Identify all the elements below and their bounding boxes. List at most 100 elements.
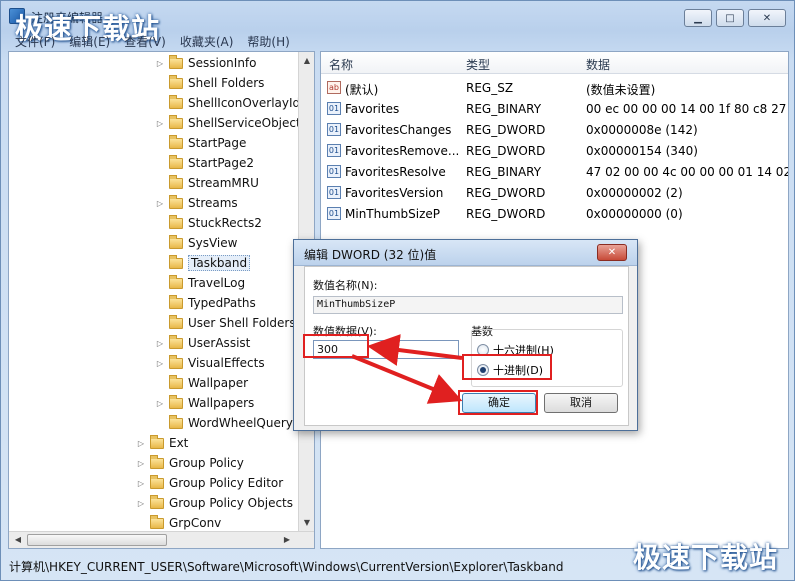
tree-item[interactable]: GrpConv	[136, 513, 221, 533]
tree-item-label: Wallpaper	[188, 376, 249, 390]
tree-item[interactable]: ▷ Group Policy	[136, 453, 244, 473]
column-data-header[interactable]: 数据	[586, 56, 610, 73]
folder-icon	[169, 134, 183, 149]
scroll-left-icon[interactable]: ◀	[11, 534, 25, 546]
tree-item[interactable]: ▷ VisualEffects	[155, 353, 265, 373]
tree-item[interactable]: StartPage2	[155, 153, 254, 173]
maximize-button[interactable]: □	[716, 9, 744, 27]
scroll-right-icon[interactable]: ▶	[280, 534, 294, 546]
tree-item-label: Wallpapers	[188, 396, 255, 410]
binary-value-icon: 01	[327, 165, 341, 178]
folder-icon	[150, 514, 164, 529]
tree-item-label: Shell Folders	[188, 76, 265, 90]
value-name-cell: MinThumbSizeP	[345, 207, 441, 221]
tree-item[interactable]: ▷ Wallpapers	[155, 393, 254, 413]
value-type-cell: REG_BINARY	[466, 102, 542, 116]
expand-arrow-icon[interactable]: ▷	[155, 359, 165, 368]
tree-item[interactable]: ▷ Streams	[155, 193, 238, 213]
binary-value-icon: 01	[327, 186, 341, 199]
tree-item[interactable]: SysView	[155, 233, 237, 253]
tree-item[interactable]: ▷ Group Policy Editor	[136, 473, 283, 493]
tree-item[interactable]: WordWheelQuery	[155, 413, 293, 433]
value-name-label: 数值名称(N):	[313, 279, 378, 292]
tree-item[interactable]: Wallpaper	[155, 373, 248, 393]
binary-value-icon: 01	[327, 123, 341, 136]
scrollbar-thumb[interactable]	[27, 534, 167, 546]
expand-arrow-icon[interactable]: ▷	[136, 499, 146, 508]
registry-value-row[interactable]: 01 Favorites REG_BINARY 00 ec 00 00 00 14 0…	[321, 99, 788, 120]
tree-item[interactable]: ▷ ShellServiceObjects	[155, 113, 307, 133]
tree-item[interactable]: StuckRects2	[155, 213, 262, 233]
cancel-button[interactable]: 取消	[544, 393, 618, 413]
tree-item-label: Ext	[169, 436, 189, 450]
tree-item-label: ShellIconOverlayIde	[188, 96, 308, 110]
folder-icon	[169, 254, 183, 269]
scroll-up-icon[interactable]: ▲	[299, 54, 314, 68]
tree-item[interactable]: ▷ Group Policy Objects	[136, 493, 293, 513]
value-name-cell: FavoritesChanges	[345, 123, 452, 137]
folder-icon	[169, 274, 183, 289]
folder-icon	[169, 374, 183, 389]
binary-value-icon: 01	[327, 144, 341, 157]
list-header: 名称 类型 数据	[321, 52, 788, 74]
folder-icon	[150, 454, 164, 469]
tree-item[interactable]: User Shell Folders	[155, 313, 296, 333]
folder-icon	[169, 334, 183, 349]
tree-item-label: Streams	[188, 196, 238, 210]
tree-item-label: Group Policy	[169, 456, 244, 470]
minimize-button[interactable]: ▁	[684, 9, 712, 27]
menu-favorites[interactable]: 收藏夹(A)	[180, 33, 234, 50]
tree-item[interactable]: Shell Folders	[155, 73, 264, 93]
registry-value-row[interactable]: ab (默认) REG_SZ (数值未设置)	[321, 78, 788, 99]
expand-arrow-icon[interactable]: ▷	[136, 459, 146, 468]
tree-item[interactable]: TypedPaths	[155, 293, 256, 313]
tree-item[interactable]: ShellIconOverlayIde	[155, 93, 308, 113]
expand-arrow-icon[interactable]: ▷	[155, 199, 165, 208]
tree-item[interactable]: Taskband	[155, 253, 251, 273]
value-data-cell: (数值未设置)	[586, 83, 656, 97]
tree-item-label: StreamMRU	[188, 176, 259, 190]
registry-tree-pane[interactable]: ▷ SessionInfo Shell Folders ShellIconOverla…	[8, 51, 315, 549]
folder-icon	[169, 294, 183, 309]
tree-item[interactable]: StreamMRU	[155, 173, 259, 193]
registry-value-row[interactable]: 01 MinThumbSizeP REG_DWORD 0x00000000 (0)	[321, 204, 788, 225]
menu-edit[interactable]: 编辑(E)	[69, 33, 110, 50]
expand-arrow-icon[interactable]: ▷	[155, 59, 165, 68]
scroll-down-icon[interactable]: ▼	[299, 516, 314, 530]
close-button[interactable]: ✕	[748, 9, 786, 27]
registry-value-row[interactable]: 01 FavoritesRemove... REG_DWORD 0x00000154 …	[321, 141, 788, 162]
tree-item-label: SysView	[188, 236, 238, 250]
value-data-cell: 0x00000002 (2)	[586, 186, 683, 200]
registry-value-row[interactable]: 01 FavoritesVersion REG_DWORD 0x00000002 (2…	[321, 183, 788, 204]
folder-icon	[169, 214, 183, 229]
expand-arrow-icon[interactable]: ▷	[155, 339, 165, 348]
registry-value-row[interactable]: 01 FavoritesChanges REG_DWORD 0x0000008e (1…	[321, 120, 788, 141]
tree-item-label: StartPage2	[188, 156, 254, 170]
tree-item[interactable]: ▷ Ext	[136, 433, 188, 453]
menu-view[interactable]: 查看(V)	[124, 33, 166, 50]
column-type-header[interactable]: 类型	[466, 56, 490, 73]
expand-arrow-icon[interactable]: ▷	[136, 439, 146, 448]
tree-item-label: UserAssist	[188, 336, 251, 350]
expand-arrow-icon[interactable]: ▷	[155, 119, 165, 128]
menu-file[interactable]: 文件(F)	[15, 33, 55, 50]
column-name-header[interactable]: 名称	[329, 56, 353, 73]
value-name-cell: FavoritesResolve	[345, 165, 446, 179]
value-name-cell: FavoritesRemove...	[345, 144, 460, 158]
tree-item[interactable]: TravelLog	[155, 273, 245, 293]
registry-value-row[interactable]: 01 FavoritesResolve REG_BINARY 47 02 00 00 …	[321, 162, 788, 183]
tree-item[interactable]: ▷ SessionInfo	[155, 53, 257, 73]
expand-arrow-icon[interactable]: ▷	[155, 399, 165, 408]
tree-item[interactable]: ▷ UserAssist	[155, 333, 250, 353]
title-bar: 注册表编辑器 极速下载站 ▁ □ ✕	[1, 1, 794, 45]
value-type-cell: REG_DWORD	[466, 123, 546, 137]
tree-horizontal-scrollbar[interactable]: ◀ ▶	[9, 531, 314, 548]
expand-arrow-icon[interactable]: ▷	[136, 479, 146, 488]
tree-item-label: StartPage	[188, 136, 247, 150]
string-value-icon: ab	[327, 81, 341, 94]
menu-help[interactable]: 帮助(H)	[247, 33, 289, 50]
tree-item[interactable]: StartPage	[155, 133, 246, 153]
dialog-title-bar: 编辑 DWORD (32 位)值 ✕	[294, 240, 637, 266]
folder-icon	[150, 474, 164, 489]
dialog-close-button[interactable]: ✕	[597, 244, 627, 261]
